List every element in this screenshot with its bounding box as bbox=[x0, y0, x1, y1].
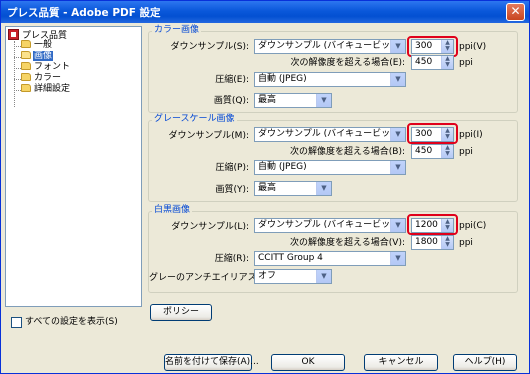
spinner-arrows-icon[interactable]: ▲ ▼ bbox=[441, 236, 453, 249]
color-above-label: 次の解像度を超える場合(E): bbox=[290, 58, 405, 68]
tree-item-fonts[interactable]: フォント bbox=[21, 62, 71, 73]
close-button[interactable]: ✕ bbox=[506, 3, 525, 21]
mono-antialias-select[interactable]: オフ ▼ bbox=[254, 269, 332, 284]
color-compression-select[interactable]: 自動 (JPEG) ▼ bbox=[254, 72, 406, 87]
mono-compression-select[interactable]: CCITT Group 4 ▼ bbox=[254, 251, 406, 266]
window-title: プレス品質 - Adobe PDF 設定 bbox=[7, 7, 161, 19]
select-value: ダウンサンプル (バイキュービック法) bbox=[258, 220, 406, 230]
tree-item-color[interactable]: カラー bbox=[21, 73, 62, 84]
chevron-down-icon: ▼ bbox=[390, 219, 405, 232]
gray-above-input[interactable]: 450 ▲ ▼ bbox=[411, 144, 454, 159]
cancel-button[interactable]: キャンセル bbox=[364, 354, 438, 371]
tree-item-advanced[interactable]: 詳細設定 bbox=[21, 84, 71, 95]
gray-quality-label: 画質(Y): bbox=[215, 185, 249, 195]
tree-connector-line bbox=[14, 68, 21, 69]
settings-tree: プレス品質 一般 画像 フォント カラー 詳細設定 bbox=[5, 26, 142, 307]
gray-downsample-label: ダウンサンプル(M): bbox=[168, 131, 249, 141]
color-quality-label: 画質(Q): bbox=[213, 96, 249, 106]
select-value: ダウンサンプル (バイキュービック法) bbox=[258, 41, 406, 51]
gray-downsample-select[interactable]: ダウンサンプル (バイキュービック法) ▼ bbox=[254, 127, 406, 142]
tree-item-images[interactable]: 画像 bbox=[21, 51, 54, 62]
gray-compression-label: 圧縮(P): bbox=[215, 163, 249, 173]
chevron-down-icon: ▼ bbox=[390, 128, 405, 141]
chevron-down-icon: ▼ bbox=[316, 94, 331, 107]
mono-above-input[interactable]: 1800 ▲ ▼ bbox=[411, 235, 454, 250]
show-all-settings-label: すべての設定を表示(S) bbox=[25, 317, 118, 327]
tree-connector-line bbox=[14, 57, 21, 58]
color-compression-label: 圧縮(E): bbox=[215, 75, 249, 85]
mono-downsample-label: ダウンサンプル(L): bbox=[171, 222, 249, 232]
gray-above-unit: ppi bbox=[459, 147, 473, 157]
grayscale-images-title: グレースケール画像 bbox=[152, 114, 237, 124]
tree-connector-line bbox=[14, 79, 21, 80]
monochrome-images-title: 白黒画像 bbox=[152, 205, 193, 215]
color-above-unit: ppi bbox=[459, 58, 473, 68]
highlight-box bbox=[407, 214, 458, 235]
folder-icon bbox=[21, 73, 31, 81]
chevron-down-icon: ▼ bbox=[390, 40, 405, 53]
spinner-arrows-icon[interactable]: ▲ ▼ bbox=[441, 145, 453, 158]
folder-icon bbox=[21, 84, 31, 92]
tree-item-label: 詳細設定 bbox=[34, 84, 71, 94]
color-downsample-label: ダウンサンプル(S): bbox=[170, 42, 250, 52]
mono-antialias-label: グレーのアンチエイリアス(G): bbox=[149, 273, 274, 283]
tree-item-label: カラー bbox=[34, 73, 62, 83]
mono-above-label: 次の解像度を超える場合(V): bbox=[290, 238, 405, 248]
tree-item-label: 画像 bbox=[33, 51, 54, 61]
folder-icon bbox=[21, 62, 31, 70]
save-as-button[interactable]: 名前を付けて保存(A)... bbox=[164, 354, 259, 371]
tree-connector-line bbox=[14, 41, 15, 107]
chevron-down-icon: ▼ bbox=[316, 270, 331, 283]
open-folder-icon bbox=[21, 51, 31, 59]
help-button[interactable]: ヘルプ(H) bbox=[453, 354, 517, 371]
color-above-input[interactable]: 450 ▲ ▼ bbox=[411, 55, 454, 70]
tree-item-label: フォント bbox=[34, 62, 71, 72]
mono-ppi-unit: ppi(C) bbox=[459, 221, 487, 231]
input-value: 450 bbox=[415, 57, 433, 67]
policy-button[interactable]: ポリシー bbox=[150, 304, 212, 321]
show-all-settings-checkbox[interactable] bbox=[11, 317, 22, 328]
gray-ppi-unit: ppi(I) bbox=[459, 130, 483, 140]
select-value: 自動 (JPEG) bbox=[258, 74, 307, 84]
select-value: 自動 (JPEG) bbox=[258, 162, 307, 172]
tree-item-root[interactable]: プレス品質 bbox=[8, 29, 68, 41]
input-value: 450 bbox=[415, 146, 433, 156]
select-value: 最高 bbox=[258, 95, 277, 105]
tree-connector-line bbox=[14, 46, 21, 47]
chevron-down-icon: ▼ bbox=[390, 252, 405, 265]
color-quality-select[interactable]: 最高 ▼ bbox=[254, 93, 332, 108]
input-value: 1800 bbox=[415, 237, 438, 247]
chevron-down-icon: ▼ bbox=[390, 73, 405, 86]
gray-compression-select[interactable]: 自動 (JPEG) ▼ bbox=[254, 160, 406, 175]
ok-button[interactable]: OK bbox=[271, 354, 345, 371]
highlight-box bbox=[407, 123, 458, 144]
title-bar: プレス品質 - Adobe PDF 設定 ✕ bbox=[1, 1, 529, 23]
select-value: 最高 bbox=[258, 183, 277, 193]
gray-quality-select[interactable]: 最高 ▼ bbox=[254, 181, 332, 196]
folder-icon bbox=[21, 40, 31, 48]
color-images-title: カラー画像 bbox=[152, 25, 202, 35]
spinner-arrows-icon[interactable]: ▲ ▼ bbox=[441, 56, 453, 69]
gray-above-label: 次の解像度を超える場合(B): bbox=[290, 147, 405, 157]
chevron-down-icon: ▼ bbox=[316, 182, 331, 195]
select-value: CCITT Group 4 bbox=[258, 253, 323, 263]
color-ppi-unit: ppi(V) bbox=[459, 42, 487, 52]
tree-connector-line bbox=[14, 90, 21, 91]
color-downsample-select[interactable]: ダウンサンプル (バイキュービック法) ▼ bbox=[254, 39, 406, 54]
mono-compression-label: 圧縮(R): bbox=[214, 254, 249, 264]
tree-item-label: 一般 bbox=[34, 40, 53, 50]
mono-above-unit: ppi bbox=[459, 238, 473, 248]
highlight-box bbox=[407, 36, 458, 57]
pdf-settings-dialog: プレス品質 - Adobe PDF 設定 ✕ プレス品質 一般 画像 フォント … bbox=[0, 0, 530, 374]
chevron-down-icon: ▼ bbox=[390, 161, 405, 174]
select-value: オフ bbox=[258, 271, 277, 281]
tree-item-general[interactable]: 一般 bbox=[21, 40, 53, 51]
pdf-settings-icon bbox=[8, 29, 19, 40]
select-value: ダウンサンプル (バイキュービック法) bbox=[258, 129, 406, 139]
mono-downsample-select[interactable]: ダウンサンプル (バイキュービック法) ▼ bbox=[254, 218, 406, 233]
